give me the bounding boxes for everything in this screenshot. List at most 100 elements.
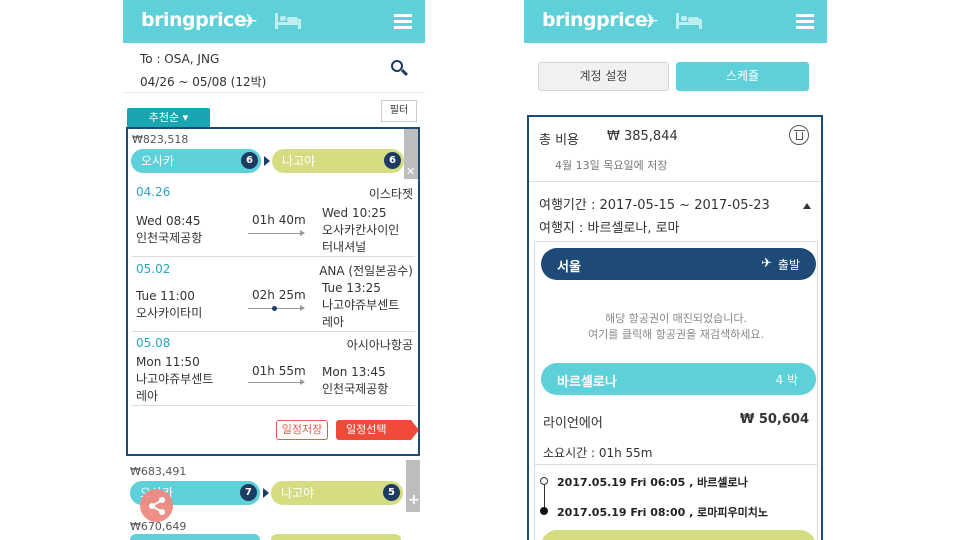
stay-city-name: 바르셀로나 — [557, 375, 617, 390]
route-origin-name: 오사카 — [141, 154, 175, 168]
app-logo[interactable]: bringprice — [542, 9, 648, 31]
leg-duration: 01h 55m — [252, 364, 306, 378]
origin-city-bar[interactable]: 서울 ✈ 출발 — [541, 248, 816, 280]
leg-airline: 아시아나항공 — [346, 338, 413, 352]
route-dest-count: 5 — [383, 484, 400, 501]
expand-handle[interactable]: + — [406, 460, 420, 512]
route-dest-pill[interactable] — [271, 534, 401, 540]
destination-text: To : OSA, JNG — [140, 52, 220, 66]
leg-dep-place: 인천국제공항 — [136, 231, 203, 245]
divider — [529, 181, 821, 182]
stay-city-bar[interactable]: 바르셀로나 4 박 — [541, 363, 816, 395]
leg-arr-place: 오사카칸사이인 — [322, 223, 400, 237]
collapse-handle[interactable]: ✕ — [404, 129, 418, 179]
timeline-line — [544, 485, 545, 507]
result-price: ₩683,491 — [130, 465, 187, 478]
leg-arr-time: Wed 10:25 — [322, 206, 387, 220]
search-icon[interactable] — [391, 60, 409, 77]
route-dest-name: 나고야 — [282, 154, 316, 168]
total-cost-value: ₩ 385,844 — [607, 129, 678, 144]
select-itinerary-button[interactable]: 일정선택 — [336, 420, 419, 440]
flight-leg[interactable]: 04.26 이스타젯 Wed 08:45 인천국제공항 01h 40m Wed … — [132, 185, 415, 257]
search-summary[interactable]: To : OSA, JNG 04/26 ~ 05/08 (12박) — [123, 43, 425, 93]
leg-arrival: Mon 13:45 인천국제공항 — [322, 364, 388, 398]
leg-date: 05.02 — [136, 262, 171, 276]
route-origin-pill[interactable]: 오사카 6 — [131, 149, 261, 173]
date-range-text: 04/26 ~ 05/08 (12박) — [140, 75, 267, 89]
results-screen: bringprice ✈ To : OSA, JNG 04/26 ~ 05/08… — [123, 0, 425, 540]
leg-dep-time: Tue 11:00 — [136, 289, 195, 303]
airline-name: 라이언에어 — [543, 416, 603, 431]
leg-date: 05.08 — [136, 336, 171, 350]
sort-dropdown[interactable]: 추천순 ▾ — [127, 108, 210, 127]
app-logo[interactable]: bringprice — [141, 9, 247, 31]
route-origin-pill[interactable] — [130, 534, 260, 540]
leg-arr-time: Mon 13:45 — [322, 365, 386, 379]
timeline-end-dot — [540, 507, 548, 515]
hamburger-menu-icon[interactable] — [796, 14, 814, 29]
leg-arrival: Tue 13:25 나고야쥬부센트 레아 — [322, 280, 399, 331]
leg-airline: 이스타젯 — [368, 187, 413, 201]
flight-leg[interactable]: 05.08 아시아나항공 Mon 11:50 나고야쥬부센트 레아 01h 55… — [132, 336, 415, 406]
bed-icon[interactable] — [275, 13, 301, 29]
trip-period: 여행기간 : 2017-05-15 ~ 2017-05-23 — [539, 198, 770, 213]
result-price: ₩670,649 — [130, 520, 187, 533]
close-icon[interactable]: ✕ — [406, 165, 415, 178]
route-dest-name: 나고야 — [281, 486, 315, 500]
trip-destination: 여행지 : 바르셀로나, 로마 — [539, 221, 680, 236]
departure-line: 2017.05.19 Fri 06:05 , 바르셀로나 — [557, 476, 748, 489]
soldout-message[interactable]: 해당 항공권이 매진되었습니다. — [535, 310, 817, 326]
leg-date: 04.26 — [136, 185, 171, 199]
route-origin-count: 7 — [240, 484, 257, 501]
app-header: bringprice ✈ — [524, 0, 827, 43]
stopover-dot — [272, 306, 277, 311]
route-pills: 오사카 6 나고야 6 — [131, 149, 406, 173]
collapse-arrow-icon[interactable] — [803, 203, 811, 209]
route-dest-pill[interactable]: 나고야 5 — [271, 481, 403, 505]
trash-icon[interactable] — [789, 125, 809, 145]
save-itinerary-button[interactable]: 일정저장 — [276, 420, 328, 440]
route-dest-pill[interactable]: 나고야 6 — [272, 149, 404, 173]
filter-button[interactable]: 필터 — [381, 100, 417, 122]
plane-icon[interactable]: ✈ — [241, 9, 258, 33]
leg-dep-place-2: 레아 — [136, 389, 159, 403]
arrival-line: 2017.05.19 Fri 08:00 , 로마피우미치노 — [557, 506, 768, 519]
app-header: bringprice ✈ — [123, 0, 425, 43]
leg-arr-place-2: 터내셔널 — [322, 240, 367, 254]
leg-line — [248, 305, 305, 311]
origin-tag: 출발 — [777, 258, 800, 272]
flight-leg[interactable]: 05.02 ANA (전일본공수) Tue 11:00 오사카이타미 02h 2… — [132, 262, 415, 332]
route-arrow-icon — [263, 488, 269, 498]
plane-icon[interactable]: ✈ — [642, 9, 659, 33]
result-price: ₩823,518 — [132, 133, 189, 146]
leg-dep-place: 나고야쥬부센트 — [136, 372, 214, 386]
origin-city-name: 서울 — [557, 260, 581, 275]
leg-duration: 01h 40m — [252, 213, 306, 227]
leg-arr-place: 인천국제공항 — [322, 382, 389, 396]
leg-arr-place-2: 레아 — [322, 315, 345, 329]
share-icon[interactable] — [140, 489, 173, 522]
schedule-screen: bringprice ✈ 계정 설정 스케쥴 총 비용 ₩ 385,844 4월… — [524, 0, 827, 540]
leg-airline: ANA (전일본공수) — [319, 264, 413, 278]
result-card[interactable]: ✕ ₩823,518 오사카 6 나고야 6 04.26 이스타젯 Wed 08… — [126, 127, 420, 456]
departure-plane-icon: ✈ — [761, 256, 772, 271]
next-city-bar[interactable] — [541, 530, 816, 540]
tab-account-settings[interactable]: 계정 설정 — [538, 62, 669, 91]
tab-schedule[interactable]: 스케쥴 — [676, 62, 809, 91]
leg-dep-time: Mon 11:50 — [136, 355, 200, 369]
leg-departure: Wed 08:45 인천국제공항 — [136, 213, 202, 247]
plus-icon[interactable]: + — [408, 492, 420, 508]
divider — [535, 464, 817, 465]
route-origin-count: 6 — [241, 152, 258, 169]
leg-dep-place: 오사카이타미 — [136, 306, 203, 320]
leg-departure: Tue 11:00 오사카이타미 — [136, 288, 202, 322]
bed-icon[interactable] — [676, 13, 702, 29]
hamburger-menu-icon[interactable] — [394, 14, 412, 29]
saved-date: 4월 13일 목요일에 저장 — [555, 159, 668, 172]
leg-arr-time: Tue 13:25 — [322, 281, 381, 295]
research-link[interactable]: 여기를 클릭해 항공권을 재검색하세요. — [535, 326, 817, 342]
route-dest-count: 6 — [384, 152, 401, 169]
flight-duration: 소요시간 : 01h 55m — [543, 446, 653, 460]
leg-dep-time: Wed 08:45 — [136, 214, 201, 228]
leg-line — [248, 230, 305, 236]
